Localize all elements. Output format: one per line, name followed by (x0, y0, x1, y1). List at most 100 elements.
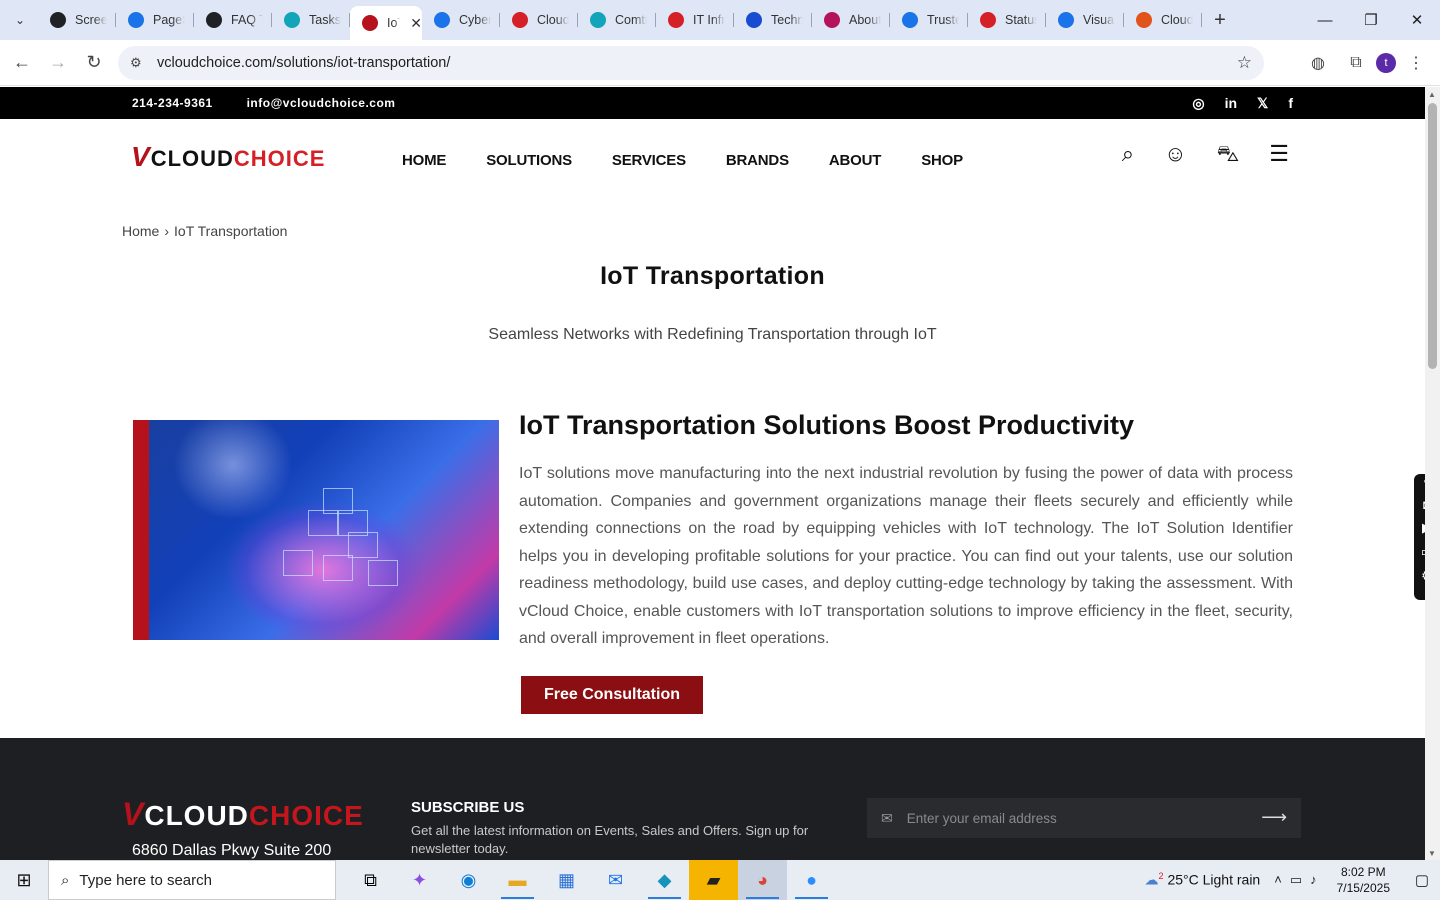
browser-tab[interactable]: Cloud (500, 0, 578, 40)
profile-avatar[interactable]: t (1376, 53, 1396, 73)
nav-item-shop[interactable]: SHOP (921, 152, 963, 169)
free-consultation-button[interactable]: Free Consultation (521, 676, 703, 714)
browser-tab[interactable]: Technology (734, 0, 812, 40)
email-link[interactable]: info@vcloudchoice.com (247, 96, 396, 110)
browser-menu-icon[interactable]: ⋮ (1398, 45, 1434, 81)
tab-favicon-icon (590, 12, 606, 28)
tab-favicon-icon (128, 12, 144, 28)
site-footer: VCLOUDCHOICE 6860 Dallas Pkwy Suite 200 … (0, 738, 1425, 860)
minimize-icon[interactable]: — (1302, 0, 1348, 40)
browser-tab[interactable]: IoT ✕ (350, 6, 422, 40)
weather-widget[interactable]: ☁2 25°C Light rain (1145, 871, 1261, 889)
new-tab-button[interactable]: + (1206, 6, 1234, 34)
nav-item-home[interactable]: HOME (402, 152, 446, 169)
forward-arrow-icon[interactable]: → (40, 45, 76, 81)
tab-title: Trusted (927, 13, 959, 27)
nav-item-solutions[interactable]: SOLUTIONS (486, 152, 572, 169)
page-scrollbar[interactable]: ▲ ▼ (1425, 87, 1440, 860)
site-logo[interactable]: VCLOUDCHOICE (131, 141, 325, 173)
tab-favicon-icon (434, 12, 450, 28)
subscribe-text: Get all the latest information on Events… (411, 823, 809, 856)
tab-title: IT Infra (693, 13, 725, 27)
tab-close-icon[interactable]: ✕ (410, 15, 422, 32)
browser-tab[interactable]: IT Infra (656, 0, 734, 40)
footer-logo[interactable]: VCLOUDCHOICE (122, 796, 364, 833)
account-icon[interactable]: ☺ (1164, 141, 1186, 170)
scroll-down-icon[interactable]: ▼ (1428, 849, 1436, 858)
facebook-icon[interactable]: f (1288, 95, 1293, 112)
tab-title: Comtrade (615, 13, 647, 27)
browser-tab[interactable]: Status (968, 0, 1046, 40)
tab-title: Cybersecurity (459, 13, 491, 27)
notification-icon[interactable]: ▢ (1404, 871, 1440, 889)
breadcrumb-home[interactable]: Home (122, 223, 159, 239)
hamburger-menu-icon[interactable]: ☰ (1269, 141, 1289, 170)
tab-favicon-icon (902, 12, 918, 28)
reload-icon[interactable]: ↻ (76, 45, 112, 81)
tab-search-chevron-icon[interactable]: ⌄ (6, 6, 34, 34)
zoom-icon[interactable]: ● (787, 860, 836, 900)
taskbar-search[interactable]: ⌕ Type here to search (48, 860, 336, 900)
social-links: ◎ in 𝕏 f (1192, 95, 1293, 112)
volume-icon[interactable]: ♪ (1310, 872, 1325, 887)
windows-start-icon[interactable]: ⊞ (0, 860, 48, 900)
restore-icon[interactable]: ❐ (1348, 0, 1394, 40)
tray-icons[interactable]: ˄▭♪ (1274, 872, 1324, 888)
tab-list: Screencast PageSpeed FAQ Tasks Tasks IoT ✕ Cyb… (38, 0, 1202, 40)
browser-tab[interactable]: About (812, 0, 890, 40)
store-icon[interactable]: ▦ (542, 860, 591, 900)
browser-tab[interactable]: PageSpeed (116, 0, 194, 40)
chrome-icon[interactable]: ◕ (738, 860, 787, 900)
sticky-notes-icon[interactable]: ▰ (689, 860, 738, 900)
address-bar[interactable]: ⚙ vcloudchoice.com/solutions/iot-transpo… (118, 46, 1264, 80)
browser-tab[interactable]: Comtrade (578, 0, 656, 40)
dev-tool-icon[interactable]: ◆ (640, 860, 689, 900)
window-controls: — ❐ ✕ (1302, 0, 1440, 40)
browser-tab[interactable]: Cybersecurity (422, 0, 500, 40)
browser-tab[interactable]: Cloud (1124, 0, 1202, 40)
bookmark-star-icon[interactable]: ☆ (1237, 53, 1252, 73)
submit-arrow-icon[interactable]: ⟶ (1261, 807, 1287, 828)
tab-favicon-icon (50, 12, 66, 28)
tab-title: FAQ Tasks (231, 13, 263, 27)
linkedin-icon[interactable]: in (1225, 95, 1237, 112)
newsletter-email-input[interactable] (906, 810, 1247, 826)
footer-address: 6860 Dallas Pkwy Suite 200 (132, 842, 332, 859)
search-icon[interactable]: ⌕ (1122, 141, 1134, 170)
edge-icon[interactable]: ◉ (444, 860, 493, 900)
site-info-icon[interactable]: ⚙ (130, 55, 152, 71)
close-window-icon[interactable]: ✕ (1394, 0, 1440, 40)
scroll-up-icon[interactable]: ▲ (1428, 90, 1436, 99)
browser-tab[interactable]: FAQ Tasks (194, 0, 272, 40)
cart-icon[interactable]: ⛍ (1217, 141, 1240, 170)
tab-title: Visual (1083, 13, 1115, 27)
scrollbar-thumb[interactable] (1428, 103, 1437, 369)
taskbar-search-placeholder: Type here to search (79, 871, 212, 889)
nav-item-services[interactable]: SERVICES (612, 152, 686, 169)
taskbar-clock[interactable]: 8:02 PM 7/15/2025 (1337, 864, 1390, 896)
url-text[interactable]: vcloudchoice.com/solutions/iot-transport… (157, 55, 450, 71)
breadcrumb-separator: › (164, 223, 170, 239)
browser-tab[interactable]: Screencast (38, 0, 116, 40)
browser-tab[interactable]: Tasks (272, 0, 350, 40)
file-explorer-icon[interactable]: ▬ (493, 860, 542, 900)
back-arrow-icon[interactable]: ← (4, 45, 40, 81)
mail-icon: ✉ (881, 809, 893, 826)
mail-icon[interactable]: ✉ (591, 860, 640, 900)
tab-title: Cloud (537, 13, 569, 27)
copilot-icon[interactable]: ✦ (395, 860, 444, 900)
tab-favicon-icon (284, 12, 300, 28)
extensions-icon[interactable]: ⧉ (1338, 45, 1374, 81)
instagram-icon[interactable]: ◎ (1192, 95, 1204, 112)
task-view-icon[interactable]: ⧉ (346, 860, 395, 900)
browser-tab[interactable]: Visual (1046, 0, 1124, 40)
phone-link[interactable]: 214-234-9361 (132, 96, 213, 110)
chevron-up-icon[interactable]: ˄ (1274, 872, 1290, 887)
x-icon[interactable]: 𝕏 (1257, 95, 1268, 112)
network-icon[interactable]: ▭ (1290, 872, 1310, 887)
tab-title: Status (1005, 13, 1037, 27)
translate-icon[interactable]: ◍ (1300, 45, 1336, 81)
nav-item-brands[interactable]: BRANDS (726, 152, 789, 169)
browser-tab[interactable]: Trusted (890, 0, 968, 40)
nav-item-about[interactable]: ABOUT (829, 152, 882, 169)
